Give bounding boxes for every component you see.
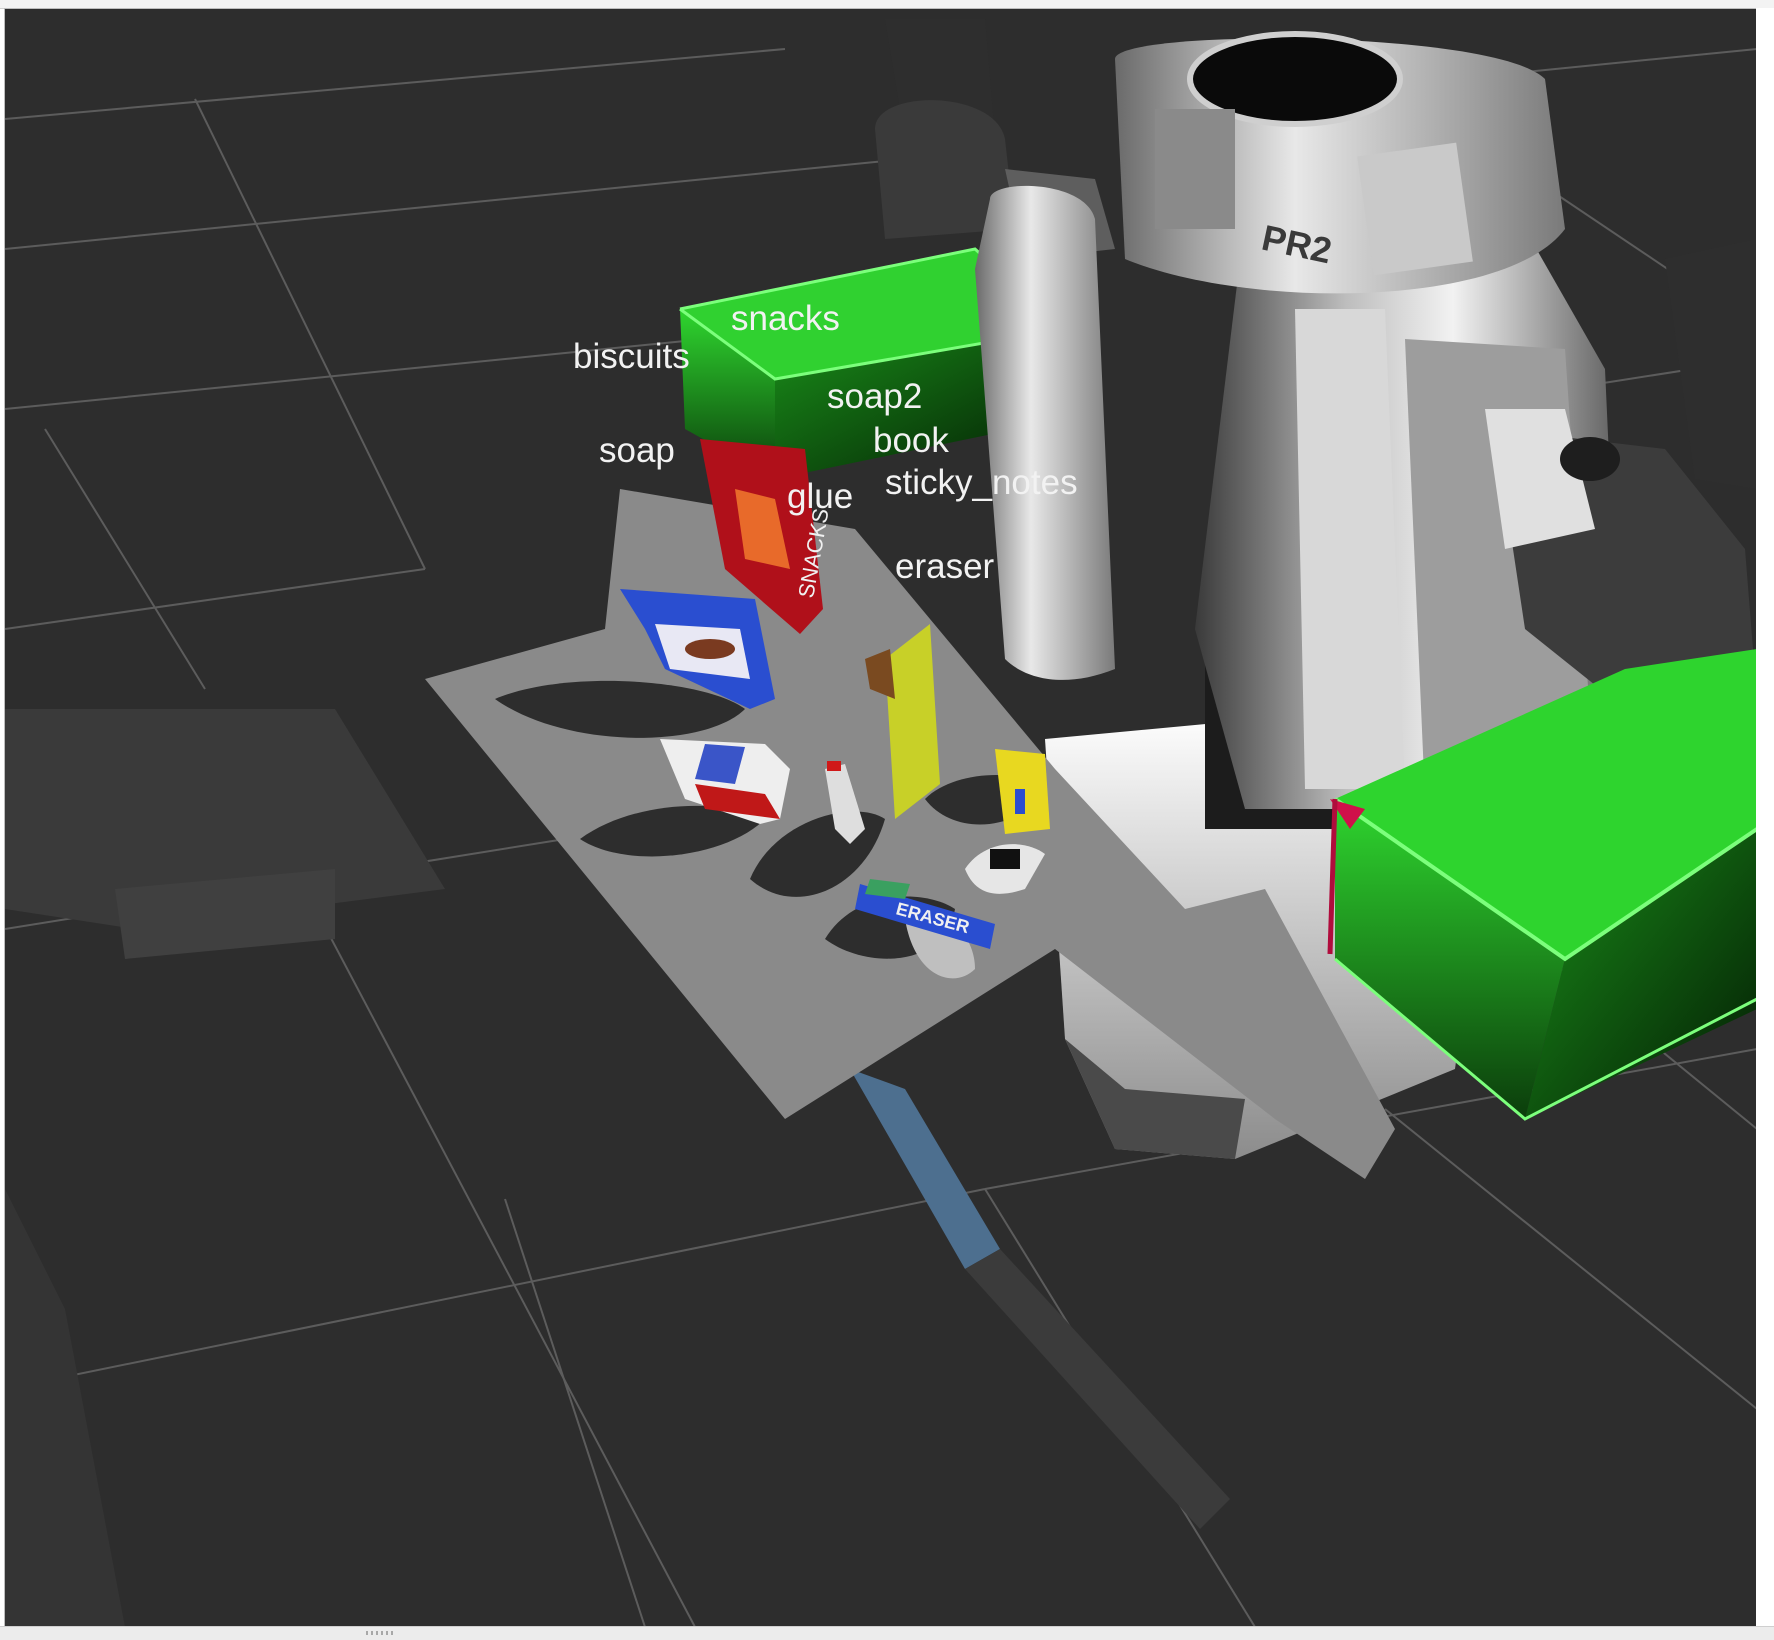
base-laser-strip — [850, 1069, 1000, 1269]
rviz-window: SNACKS ERASER PR2 snacks biscuits soap2 … — [0, 0, 1774, 1640]
3d-viewport[interactable]: SNACKS ERASER PR2 snacks biscuits soap2 … — [4, 8, 1758, 1628]
label-soap: soap — [599, 431, 675, 470]
label-sticky-notes: sticky_notes — [885, 463, 1078, 502]
scene-render: SNACKS ERASER PR2 — [5, 19, 1757, 1627]
window-right-edge — [1756, 8, 1774, 1626]
label-glue: glue — [787, 477, 854, 516]
label-eraser: eraser — [895, 547, 995, 586]
label-snacks: snacks — [731, 299, 840, 338]
label-soap2: soap2 — [827, 377, 923, 416]
resize-grip[interactable] — [366, 1631, 396, 1635]
label-book: book — [873, 421, 949, 460]
status-strip — [0, 1626, 1774, 1640]
label-biscuits: biscuits — [573, 337, 690, 376]
floor-patch — [5, 1189, 125, 1627]
robot-head — [1115, 31, 1565, 294]
base-laser-shadow — [965, 1249, 1230, 1529]
